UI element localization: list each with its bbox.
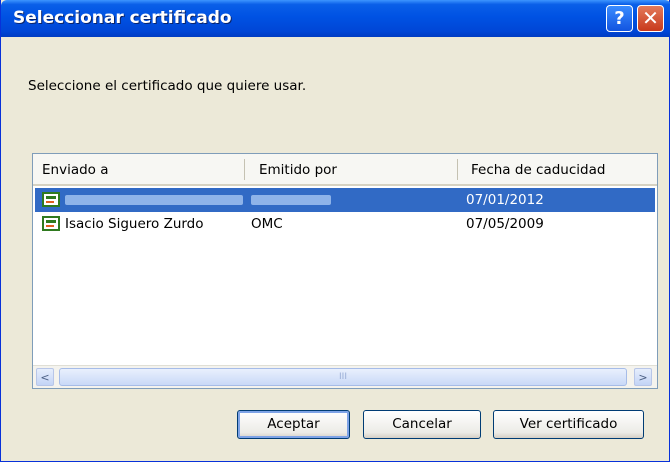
- column-divider[interactable]: [244, 159, 245, 180]
- view-certificate-button[interactable]: Ver certificado: [493, 410, 644, 439]
- close-button[interactable]: ✕: [637, 5, 664, 32]
- help-icon: ?: [614, 8, 625, 29]
- close-icon: ✕: [642, 6, 659, 30]
- certificate-list[interactable]: Enviado a Emitido por Fecha de caducidad…: [32, 153, 658, 389]
- certificate-icon: [42, 216, 60, 231]
- column-header-issued-by[interactable]: Emitido por: [259, 162, 337, 178]
- cancel-button[interactable]: Cancelar: [363, 410, 481, 439]
- redacted-sent-to: [65, 195, 243, 205]
- title-bar[interactable]: Seleccionar certificado ? ✕: [1, 0, 670, 37]
- table-row-selected[interactable]: 07/01/2012: [35, 188, 655, 212]
- cell-expiry: 07/05/2009: [466, 216, 544, 232]
- column-header-sent-to[interactable]: Enviado a: [42, 162, 109, 178]
- list-header: Enviado a Emitido por Fecha de caducidad: [33, 154, 657, 186]
- accept-button[interactable]: Aceptar: [237, 410, 350, 439]
- scroll-right-button[interactable]: >: [634, 368, 652, 386]
- instruction-text: Seleccione el certificado que quiere usa…: [28, 78, 307, 94]
- table-row[interactable]: Isacio Siguero Zurdo OMC 07/05/2009: [35, 212, 655, 236]
- cell-sent-to: Isacio Siguero Zurdo: [65, 216, 204, 232]
- help-button[interactable]: ?: [606, 5, 633, 32]
- cell-issued-by: OMC: [251, 216, 283, 232]
- grip-icon: III: [339, 372, 347, 382]
- scrollbar-thumb[interactable]: III: [59, 368, 627, 386]
- column-divider[interactable]: [457, 159, 458, 180]
- certificate-dialog: Seleccionar certificado ? ✕ Seleccione e…: [0, 0, 670, 462]
- horizontal-scrollbar[interactable]: < III >: [33, 365, 657, 388]
- cell-expiry: 07/01/2012: [466, 192, 544, 208]
- column-header-expiry[interactable]: Fecha de caducidad: [471, 162, 605, 178]
- certificate-icon: [42, 192, 60, 207]
- chevron-left-icon: <: [40, 371, 50, 384]
- dialog-title: Seleccionar certificado: [13, 8, 232, 28]
- scroll-left-button[interactable]: <: [36, 368, 54, 386]
- redacted-issued-by: [251, 195, 331, 205]
- chevron-right-icon: >: [638, 371, 648, 384]
